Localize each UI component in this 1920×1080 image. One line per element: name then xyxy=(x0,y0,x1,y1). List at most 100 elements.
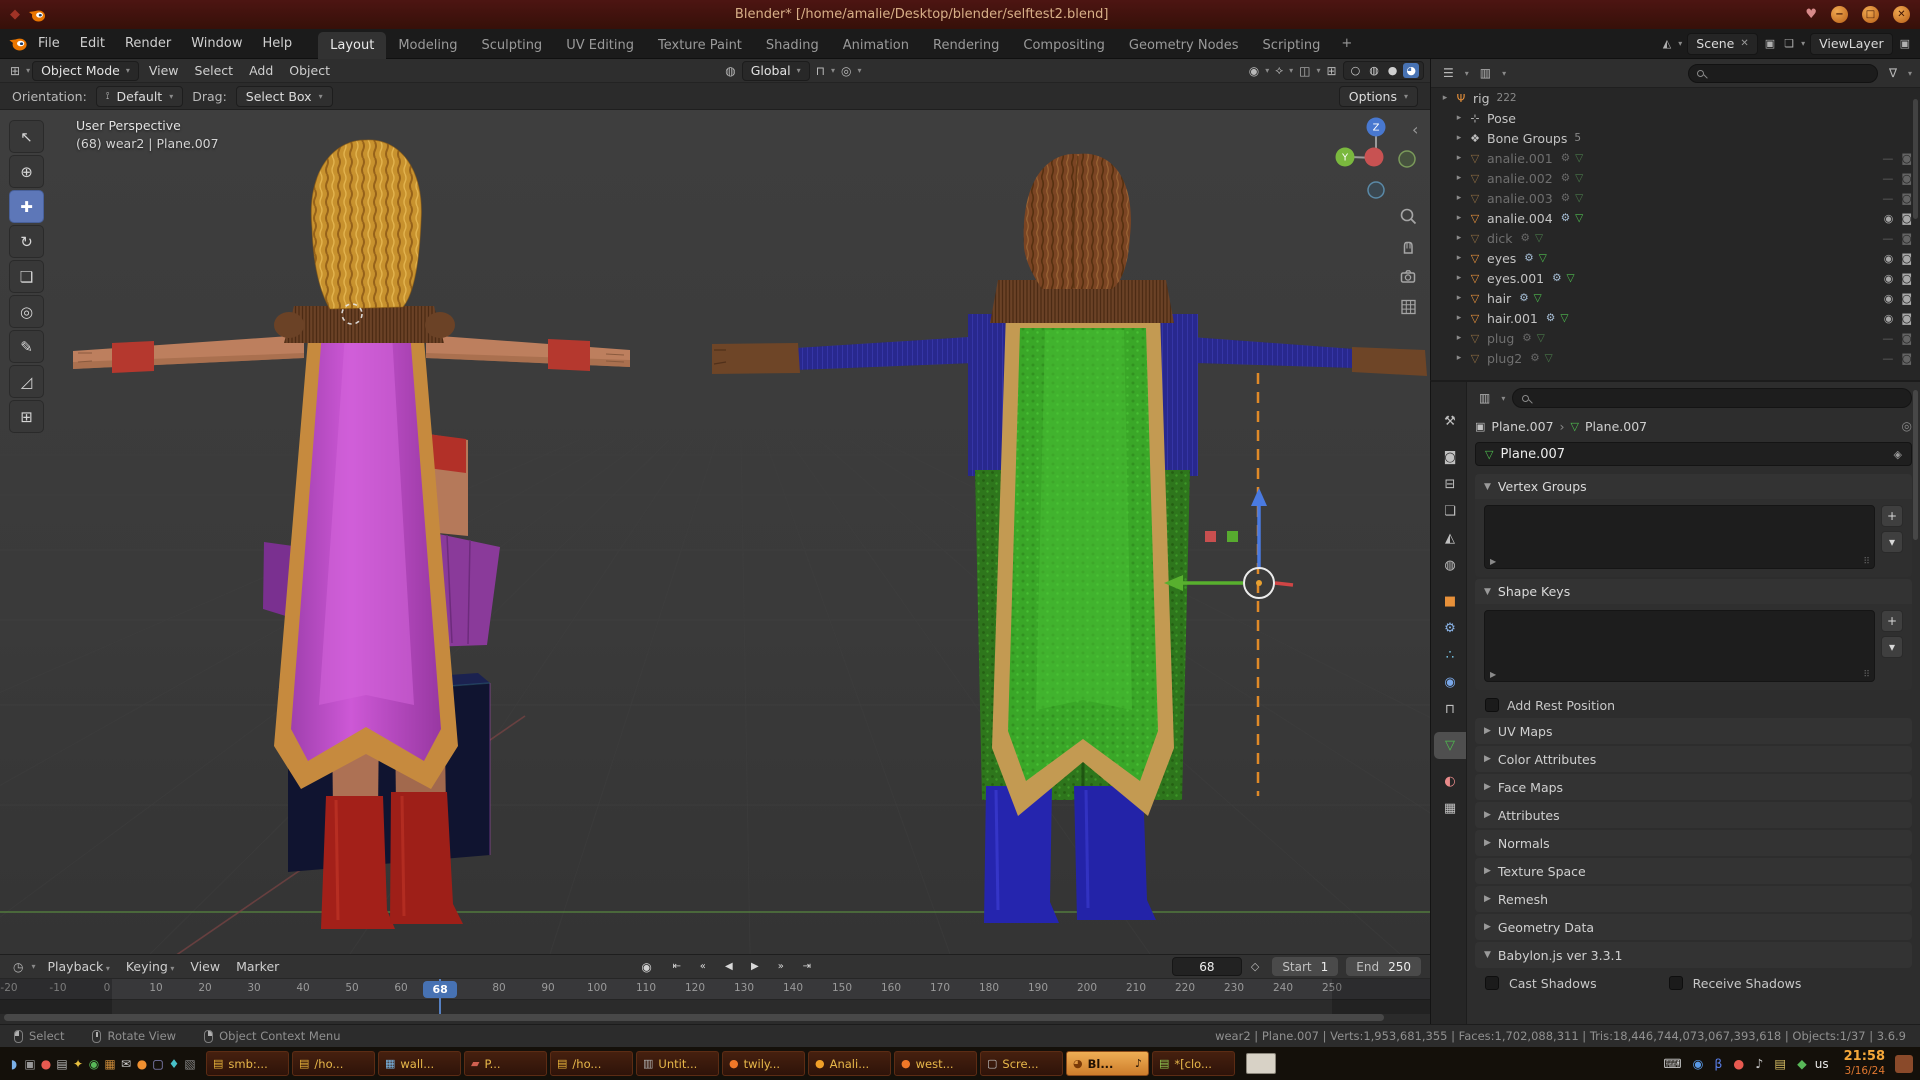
workspace-pager[interactable] xyxy=(1246,1053,1276,1074)
eye-hidden-icon[interactable]: — xyxy=(1882,332,1893,345)
launcher-mail[interactable]: ✉ xyxy=(119,1053,133,1075)
tab-particles[interactable]: ∴ xyxy=(1434,642,1466,669)
snap-magnet-icon[interactable]: ⊓ xyxy=(812,64,829,78)
gizmo-neg-z-ball[interactable] xyxy=(1368,182,1384,198)
launcher-menu[interactable]: ◗ xyxy=(7,1053,21,1075)
eye-hidden-icon[interactable]: — xyxy=(1882,192,1893,205)
pan-hand-button[interactable] xyxy=(1398,236,1420,258)
vertex-group-specials-button[interactable]: ▾ xyxy=(1881,531,1903,553)
outliner-item-eyes-001[interactable]: ▸▽eyes.001⚙▽◉◙ xyxy=(1431,268,1920,288)
properties-search-input[interactable] xyxy=(1512,388,1912,408)
tray-clipboard[interactable]: ▤ xyxy=(1774,1056,1786,1071)
eye-visible-icon[interactable]: ◉ xyxy=(1884,292,1894,305)
eye-visible-icon[interactable]: ◉ xyxy=(1884,312,1894,325)
resize-grip[interactable]: ⠿ xyxy=(1863,557,1870,567)
tab-physics[interactable]: ◉ xyxy=(1434,669,1466,696)
taskbar-window-smb[interactable]: ▤smb:... xyxy=(206,1051,289,1076)
tab-render[interactable]: ◙ xyxy=(1434,444,1466,471)
outliner-item-analie-004[interactable]: ▸▽analie.004⚙▽◉◙ xyxy=(1431,208,1920,228)
blender-logo-icon[interactable] xyxy=(8,36,28,51)
camera-render-visibility-icon[interactable]: ◙ xyxy=(1901,232,1912,245)
launcher-browser[interactable]: ● xyxy=(39,1053,53,1075)
expand-arrow-icon[interactable]: ▸ xyxy=(1451,233,1467,243)
menu-view[interactable]: View xyxy=(141,63,187,78)
outliner-search-input[interactable] xyxy=(1688,64,1878,83)
tray-volume[interactable]: ♪ xyxy=(1755,1056,1763,1071)
eye-visible-icon[interactable]: ◉ xyxy=(1884,272,1894,285)
maximize-button[interactable]: □ xyxy=(1862,6,1879,23)
next-keyframe-button[interactable]: » xyxy=(770,958,792,976)
menu-help[interactable]: Help xyxy=(253,29,303,59)
measure-tool[interactable]: ◿ xyxy=(9,365,44,398)
workspace-tab-texture-paint[interactable]: Texture Paint xyxy=(646,32,754,59)
eye-hidden-icon[interactable]: — xyxy=(1882,232,1893,245)
scene-selector[interactable]: Scene ✕ xyxy=(1687,33,1758,55)
viewlayer-browse-icon[interactable]: ❏ xyxy=(1782,37,1796,50)
menu-add[interactable]: Add xyxy=(241,63,281,78)
camera-render-visibility-icon[interactable]: ◙ xyxy=(1901,172,1912,185)
scene-browse-icon[interactable]: ◭ xyxy=(1661,37,1673,50)
orientation-setting-dropdown[interactable]: ⟟ Default▾ xyxy=(96,86,183,107)
outliner-item-plug[interactable]: ▸▽plug⚙▽—◙ xyxy=(1431,328,1920,348)
tab-material[interactable]: ◐ xyxy=(1434,768,1466,795)
taskbar-window-ho[interactable]: ▤/ho... xyxy=(292,1051,375,1076)
play-reverse-button[interactable]: ◀ xyxy=(718,958,740,976)
outliner-scrollbar[interactable] xyxy=(1913,99,1918,219)
tray-vpn[interactable]: ◆ xyxy=(1797,1056,1807,1071)
show-desktop-button[interactable] xyxy=(1895,1055,1913,1073)
pin-icon[interactable]: ◎ xyxy=(1902,419,1912,433)
tab-view-layer[interactable]: ❏ xyxy=(1434,498,1466,525)
taskbar-window-ho[interactable]: ▤/ho... xyxy=(550,1051,633,1076)
timeline-menu-marker[interactable]: Marker xyxy=(228,959,287,974)
eye-visible-icon[interactable]: ◉ xyxy=(1884,212,1894,225)
workspace-tab-scripting[interactable]: Scripting xyxy=(1251,32,1333,59)
menu-object[interactable]: Object xyxy=(281,63,338,78)
fake-user-shield-icon[interactable]: ◈ xyxy=(1894,448,1902,461)
section-color-attributes[interactable]: ▶Color Attributes xyxy=(1475,746,1912,772)
taskbar-window-p[interactable]: ▰P... xyxy=(464,1051,547,1076)
workspace-tab-animation[interactable]: Animation xyxy=(831,32,921,59)
close-button[interactable]: ✕ xyxy=(1893,6,1910,23)
expand-arrow-icon[interactable]: ▸ xyxy=(1451,173,1467,183)
eye-hidden-icon[interactable]: — xyxy=(1882,352,1893,365)
outliner-item-analie-001[interactable]: ▸▽analie.001⚙▽—◙ xyxy=(1431,148,1920,168)
gizmos-icon[interactable]: ⟡ xyxy=(1271,63,1287,78)
workspace-tab-layout[interactable]: Layout xyxy=(318,32,386,59)
timeline-scrollbar[interactable] xyxy=(4,1014,1384,1021)
workspace-tab-rendering[interactable]: Rendering xyxy=(921,32,1011,59)
annotate-tool[interactable]: ✎ xyxy=(9,330,44,363)
breadcrumb-data[interactable]: Plane.007 xyxy=(1585,419,1647,434)
tab-object[interactable]: ■ xyxy=(1434,588,1466,615)
tab-world[interactable]: ◍ xyxy=(1434,552,1466,579)
expand-arrow-icon[interactable]: ▸ xyxy=(1451,213,1467,223)
outliner-item-plug2[interactable]: ▸▽plug2⚙▽—◙ xyxy=(1431,348,1920,368)
launcher-firefox[interactable]: ● xyxy=(135,1053,149,1075)
keying-set-icon[interactable]: ◇ xyxy=(1246,960,1264,973)
workspace-tab-shading[interactable]: Shading xyxy=(754,32,831,59)
launcher-video[interactable]: ▢ xyxy=(151,1053,165,1075)
auto-keying-record-button[interactable]: ◉ xyxy=(641,960,651,974)
toggle-orthographic-button[interactable] xyxy=(1398,296,1420,318)
add-vertex-group-button[interactable]: + xyxy=(1881,505,1903,527)
expand-arrow-icon[interactable]: ▸ xyxy=(1451,333,1467,343)
menu-select[interactable]: Select xyxy=(187,63,242,78)
taskbar-window-bl[interactable]: ◕Bl...♪ xyxy=(1066,1051,1149,1076)
add-workspace-button[interactable]: + xyxy=(1332,30,1361,57)
section-geometry-data[interactable]: ▶Geometry Data xyxy=(1475,914,1912,940)
menu-render[interactable]: Render xyxy=(115,29,181,59)
expand-arrow-icon[interactable]: ▶ xyxy=(1490,670,1496,679)
taskbar-window-untit[interactable]: ▥Untit... xyxy=(636,1051,719,1076)
tab-texture[interactable]: ▦ xyxy=(1434,795,1466,822)
tab-scene[interactable]: ◭ xyxy=(1434,525,1466,552)
gizmo-x-ball[interactable] xyxy=(1365,148,1384,167)
gizmo-x-arrow[interactable] xyxy=(1275,583,1293,585)
proportional-edit-icon[interactable]: ◎ xyxy=(837,64,855,78)
eye-visible-icon[interactable]: ◉ xyxy=(1884,252,1894,265)
workspace-tab-geometry-nodes[interactable]: Geometry Nodes xyxy=(1117,32,1251,59)
outliner-item-dick[interactable]: ▸▽dick⚙▽—◙ xyxy=(1431,228,1920,248)
receive-shadows-checkbox[interactable] xyxy=(1669,976,1683,990)
taskbar-clock[interactable]: 21:58 3/16/24 xyxy=(1844,1050,1885,1077)
tray-network[interactable]: ◉ xyxy=(1693,1056,1704,1071)
outliner-item-eyes[interactable]: ▸▽eyes⚙▽◉◙ xyxy=(1431,248,1920,268)
shape-keys-header[interactable]: ▼Shape Keys xyxy=(1475,579,1912,604)
